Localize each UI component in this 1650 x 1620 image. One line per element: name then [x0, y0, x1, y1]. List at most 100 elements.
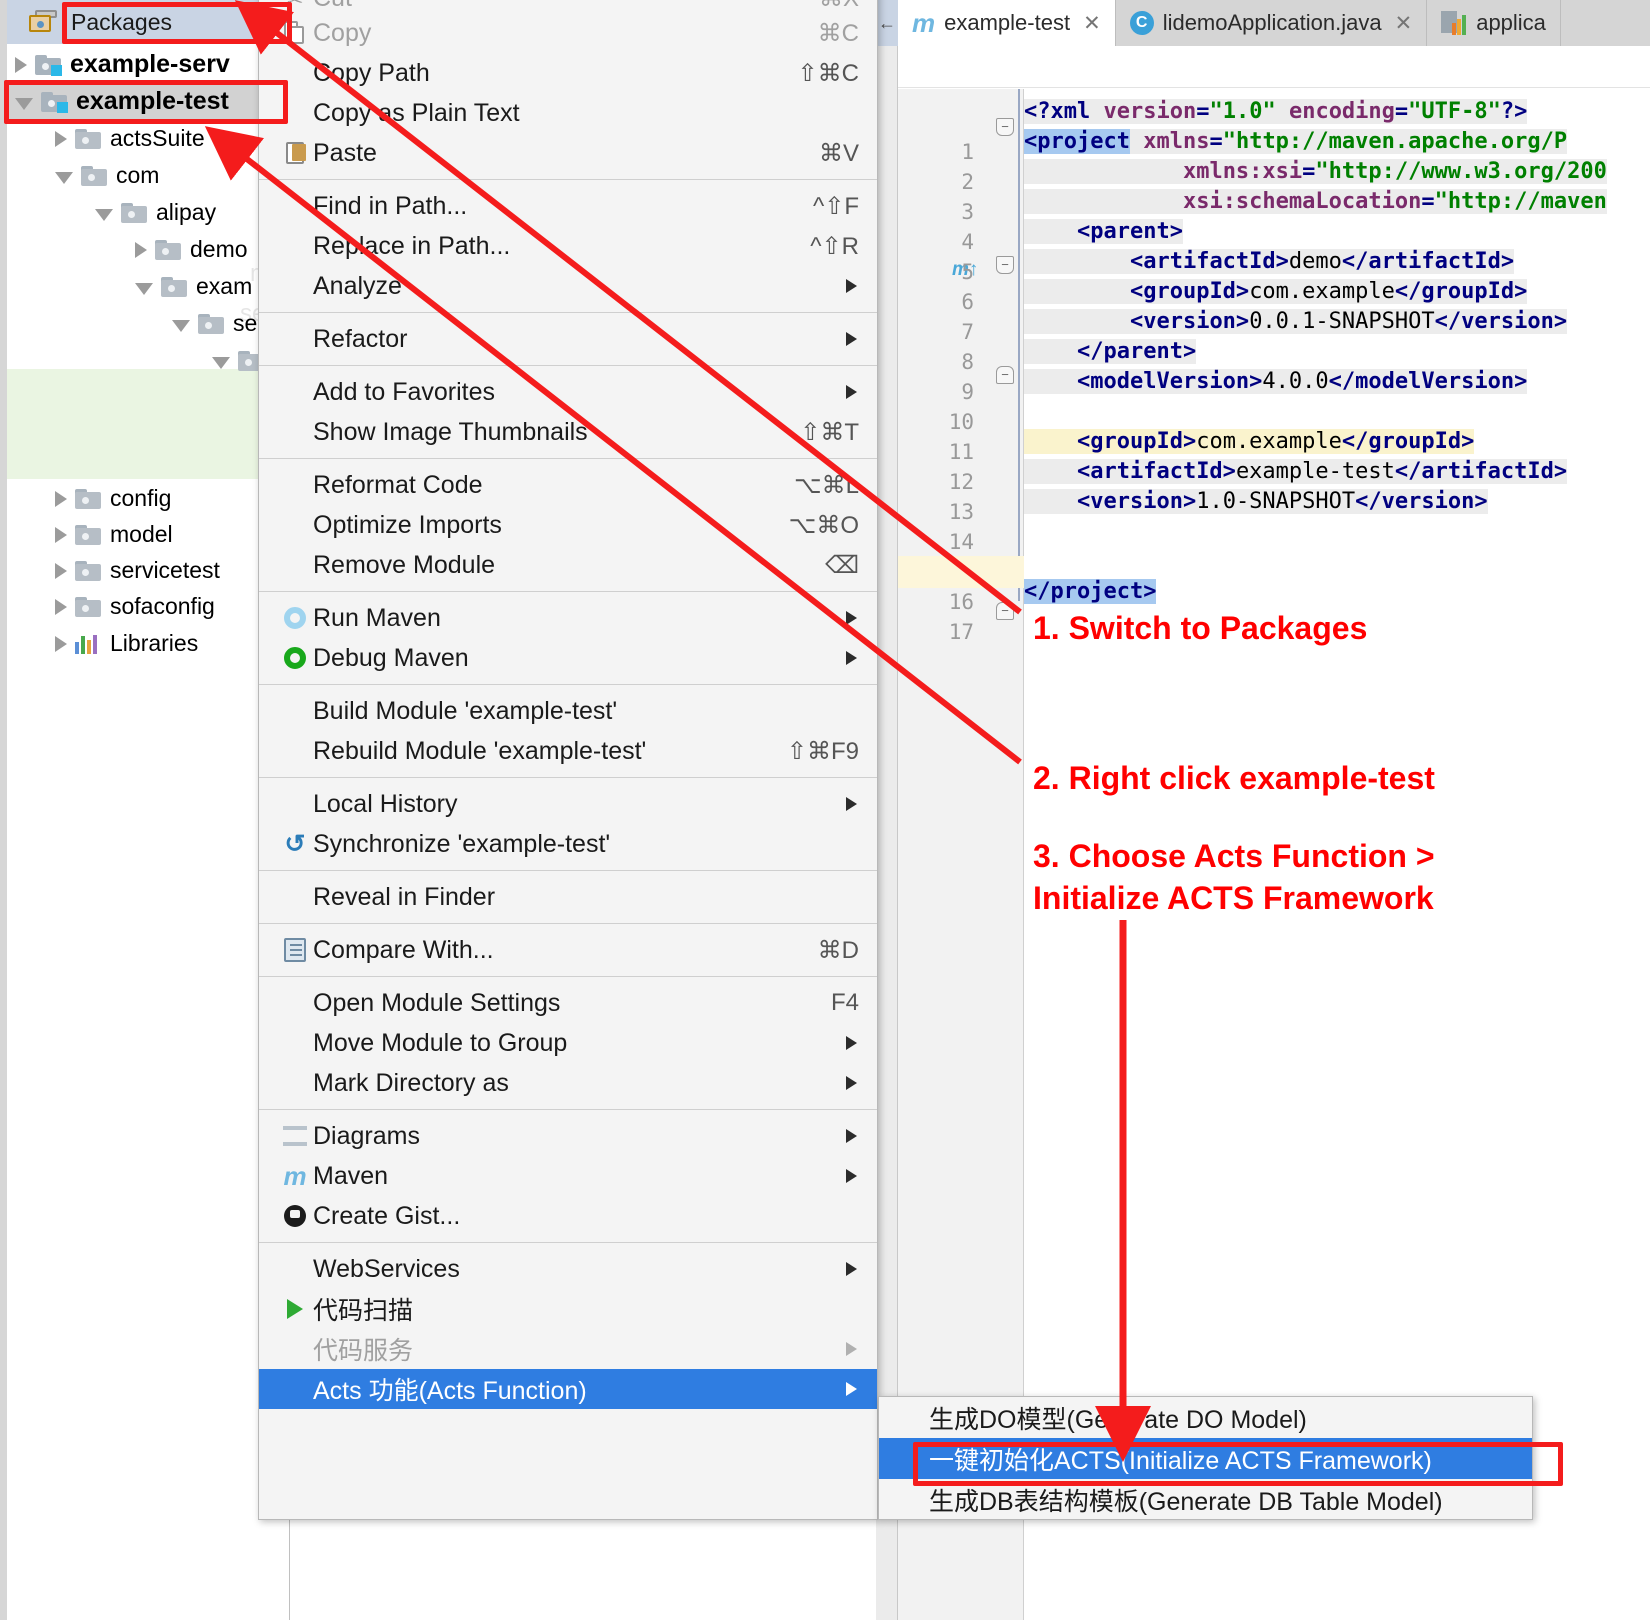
- close-icon[interactable]: ✕: [1083, 11, 1101, 36]
- project-view-selector[interactable]: Packages: [7, 0, 289, 44]
- tab-lidemoApplication-java[interactable]: C lidemoApplication.java ✕: [1115, 0, 1428, 46]
- code-line[interactable]: <?xml version="1.0" encoding="UTF-8"?>: [1024, 97, 1650, 127]
- menu-item-label: Diagrams: [313, 1121, 420, 1150]
- chevron-right-icon[interactable]: [55, 635, 67, 652]
- tree-scrollbar[interactable]: [0, 0, 7, 1620]
- menu-item-acts-功能-acts-function[interactable]: Acts 功能(Acts Function): [259, 1369, 877, 1409]
- menu-item-paste[interactable]: Paste ⌘V: [259, 133, 877, 173]
- menu-item-remove-module[interactable]: Remove Module ⌫: [259, 545, 877, 585]
- chevron-right-icon[interactable]: [15, 56, 27, 73]
- tree-item-sofaconfig[interactable]: sofaconfig: [7, 588, 289, 625]
- chevron-right-icon[interactable]: [135, 241, 147, 258]
- menu-item-synchronize-example-test[interactable]: ↺ Synchronize 'example-test': [259, 824, 877, 864]
- menu-item-label: Remove Module: [313, 550, 496, 579]
- menu-item-copy-path[interactable]: Copy Path ⇧⌘C: [259, 53, 877, 93]
- menu-item-run-maven[interactable]: Run Maven: [259, 598, 877, 638]
- code-line[interactable]: xsi:schemaLocation="http://maven: [1024, 187, 1650, 217]
- chevron-down-icon[interactable]: [15, 97, 33, 110]
- fold-marker-line9[interactable]: −: [996, 366, 1014, 384]
- code-line[interactable]: <parent>: [1024, 217, 1650, 247]
- fold-marker-line5[interactable]: −: [996, 256, 1014, 274]
- tree-item-alipay[interactable]: alipay: [7, 194, 289, 231]
- chevron-down-icon[interactable]: [135, 282, 153, 295]
- menu-item-maven[interactable]: m Maven: [259, 1156, 877, 1196]
- code-line[interactable]: <modelVersion>4.0.0</modelVersion>: [1024, 367, 1650, 397]
- tab-example-test[interactable]: m example-test ✕: [898, 0, 1116, 46]
- code-line[interactable]: <groupId>com.example</groupId>: [1024, 427, 1650, 457]
- code-line[interactable]: <artifactId>example-test</artifactId>: [1024, 457, 1650, 487]
- code-line[interactable]: [1024, 517, 1650, 547]
- tree-item-label: example-serv: [70, 50, 230, 78]
- fold-marker-line2[interactable]: −: [996, 118, 1014, 136]
- close-icon[interactable]: ✕: [1395, 11, 1413, 36]
- menu-item-compare-with[interactable]: Compare With... ⌘D: [259, 930, 877, 970]
- chevron-right-icon[interactable]: [55, 562, 67, 579]
- tree-item-demo[interactable]: demo: [7, 231, 289, 268]
- line-number: 2: [961, 170, 974, 194]
- submenu-item-2[interactable]: 生成DB表结构模板(Generate DB Table Model): [879, 1479, 1532, 1520]
- menu-item-replace-in-path[interactable]: Replace in Path... ^⇧R: [259, 226, 877, 266]
- menu-item-show-image-thumbnails[interactable]: Show Image Thumbnails ⇧⌘T: [259, 412, 877, 452]
- tree-item-label: Libraries: [110, 630, 199, 656]
- menu-item-refactor[interactable]: Refactor: [259, 319, 877, 359]
- chevron-down-icon[interactable]: [212, 356, 230, 369]
- tree-item-config[interactable]: config: [7, 480, 289, 517]
- menu-item-diagrams[interactable]: Diagrams: [259, 1116, 877, 1156]
- chevron-right-icon[interactable]: [55, 130, 67, 147]
- menu-item-代码服务[interactable]: 代码服务: [259, 1329, 877, 1369]
- menu-item-build-module-example-test[interactable]: Build Module 'example-test': [259, 691, 877, 731]
- tab-scroll-back-icon[interactable]: ←: [876, 0, 898, 46]
- menu-item-create-gist[interactable]: Create Gist...: [259, 1196, 877, 1236]
- menu-separator: [259, 1242, 877, 1243]
- chevron-right-icon[interactable]: [55, 526, 67, 543]
- chevron-down-icon[interactable]: [95, 208, 113, 221]
- menu-item-cut[interactable]: ✂ Cut⌘X: [259, 0, 877, 13]
- tree-item-model[interactable]: model: [7, 516, 289, 553]
- fold-marker-line17[interactable]: −: [996, 602, 1014, 620]
- code-line[interactable]: <groupId>com.example</groupId>: [1024, 277, 1650, 307]
- compare-icon: [277, 938, 313, 962]
- editor-gutter[interactable]: m↑ 1234567891011121314151617: [898, 89, 986, 1620]
- code-line[interactable]: <version>1.0-SNAPSHOT</version>: [1024, 487, 1650, 517]
- menu-item-reformat-code[interactable]: Reformat Code ⌥⌘L: [259, 465, 877, 505]
- tree-item-servicetest[interactable]: servicetest: [7, 552, 289, 589]
- code-line[interactable]: [1024, 397, 1650, 427]
- menu-item-mark-directory-as[interactable]: Mark Directory as: [259, 1063, 877, 1103]
- tree-item-example-test[interactable]: example-test: [7, 83, 289, 120]
- code-line[interactable]: </project>: [1024, 577, 1650, 607]
- context-menu[interactable]: ✂ Cut⌘X Copy ⌘C Copy Path ⇧⌘C Copy as Plain Te…: [258, 0, 878, 1520]
- menu-item-reveal-in-finder[interactable]: Reveal in Finder: [259, 877, 877, 917]
- menu-item-webservices[interactable]: WebServices: [259, 1249, 877, 1289]
- tab-applica[interactable]: applica: [1427, 0, 1561, 46]
- menu-item-copy[interactable]: Copy ⌘C: [259, 13, 877, 53]
- tree-item-com[interactable]: com: [7, 157, 289, 194]
- menu-item-open-module-settings[interactable]: Open Module Settings F4: [259, 983, 877, 1023]
- menu-item-local-history[interactable]: Local History: [259, 784, 877, 824]
- tree-item-nested[interactable]: [7, 342, 289, 379]
- tree-item-actsSuite[interactable]: actsSuite: [7, 120, 289, 157]
- code-line[interactable]: <artifactId>demo</artifactId>: [1024, 247, 1650, 277]
- chevron-down-icon[interactable]: [55, 171, 73, 184]
- menu-item-add-to-favorites[interactable]: Add to Favorites: [259, 372, 877, 412]
- menu-item-代码扫描[interactable]: 代码扫描: [259, 1289, 877, 1329]
- tree-item-libraries[interactable]: Libraries: [7, 625, 289, 662]
- acts-function-submenu[interactable]: 生成DO模型(Generate DO Model) 一键初始化ACTS(Initi…: [878, 1396, 1533, 1520]
- code-line[interactable]: [1024, 547, 1650, 577]
- submenu-item-0[interactable]: 生成DO模型(Generate DO Model): [879, 1397, 1532, 1438]
- chevron-right-icon[interactable]: [55, 490, 67, 507]
- menu-item-find-in-path[interactable]: Find in Path... ^⇧F: [259, 186, 877, 226]
- menu-item-move-module-to-group[interactable]: Move Module to Group: [259, 1023, 877, 1063]
- menu-item-analyze[interactable]: Analyze: [259, 266, 877, 306]
- code-line[interactable]: <project xmlns="http://maven.apache.org/…: [1024, 127, 1650, 157]
- submenu-item-1[interactable]: 一键初始化ACTS(Initialize ACTS Framework): [879, 1438, 1532, 1479]
- tree-item-example-serv[interactable]: example-serv: [7, 46, 289, 83]
- code-line[interactable]: xmlns:xsi="http://www.w3.org/200: [1024, 157, 1650, 187]
- code-line[interactable]: </parent>: [1024, 337, 1650, 367]
- chevron-down-icon[interactable]: [172, 319, 190, 332]
- menu-item-optimize-imports[interactable]: Optimize Imports ⌥⌘O: [259, 505, 877, 545]
- menu-item-copy-as-plain-text[interactable]: Copy as Plain Text: [259, 93, 877, 133]
- chevron-right-icon[interactable]: [55, 598, 67, 615]
- code-line[interactable]: <version>0.0.1-SNAPSHOT</version>: [1024, 307, 1650, 337]
- menu-item-debug-maven[interactable]: Debug Maven: [259, 638, 877, 678]
- menu-item-rebuild-module-example-test[interactable]: Rebuild Module 'example-test' ⇧⌘F9: [259, 731, 877, 771]
